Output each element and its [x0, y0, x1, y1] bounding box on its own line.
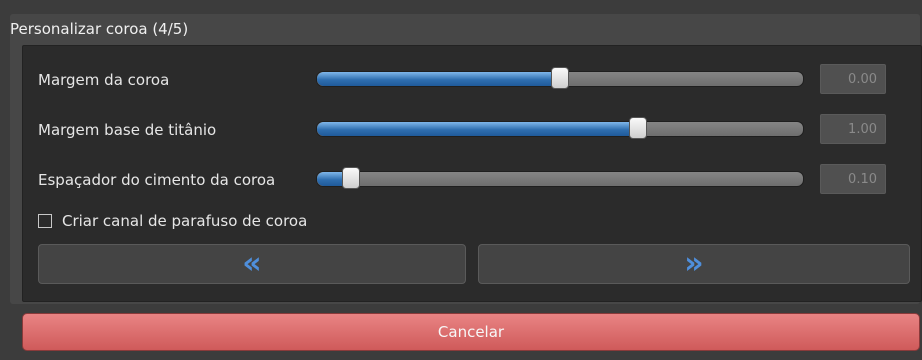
slider-handle[interactable]	[551, 67, 569, 89]
titanium-base-margin-value[interactable]: 1.00	[820, 114, 886, 144]
next-step-button[interactable]: »	[478, 244, 910, 284]
slider-fill	[317, 122, 638, 136]
titanium-base-margin-slider[interactable]	[316, 117, 804, 139]
slider-handle[interactable]	[629, 117, 647, 139]
slider-fill	[317, 72, 560, 86]
screw-channel-label: Criar canal de parafuso de coroa	[62, 212, 308, 230]
panel-title: Personalizar coroa (4/5)	[10, 20, 189, 38]
cancel-button[interactable]: Cancelar	[22, 313, 920, 351]
previous-step-button[interactable]: «	[38, 244, 466, 284]
cement-spacer-label: Espaçador do cimento da coroa	[38, 171, 276, 189]
double-chevron-right-icon: »	[684, 246, 704, 281]
cement-spacer-slider[interactable]	[316, 167, 804, 189]
crown-margin-slider[interactable]	[316, 67, 804, 89]
cement-spacer-value[interactable]: 0.10	[820, 164, 886, 194]
screw-channel-checkbox[interactable]	[38, 214, 52, 228]
slider-handle[interactable]	[342, 167, 360, 189]
crown-margin-label: Margem da coroa	[38, 71, 170, 89]
crown-margin-value[interactable]: 0.00	[820, 64, 886, 94]
titanium-base-margin-label: Margem base de titânio	[38, 121, 217, 139]
double-chevron-left-icon: «	[242, 246, 262, 281]
